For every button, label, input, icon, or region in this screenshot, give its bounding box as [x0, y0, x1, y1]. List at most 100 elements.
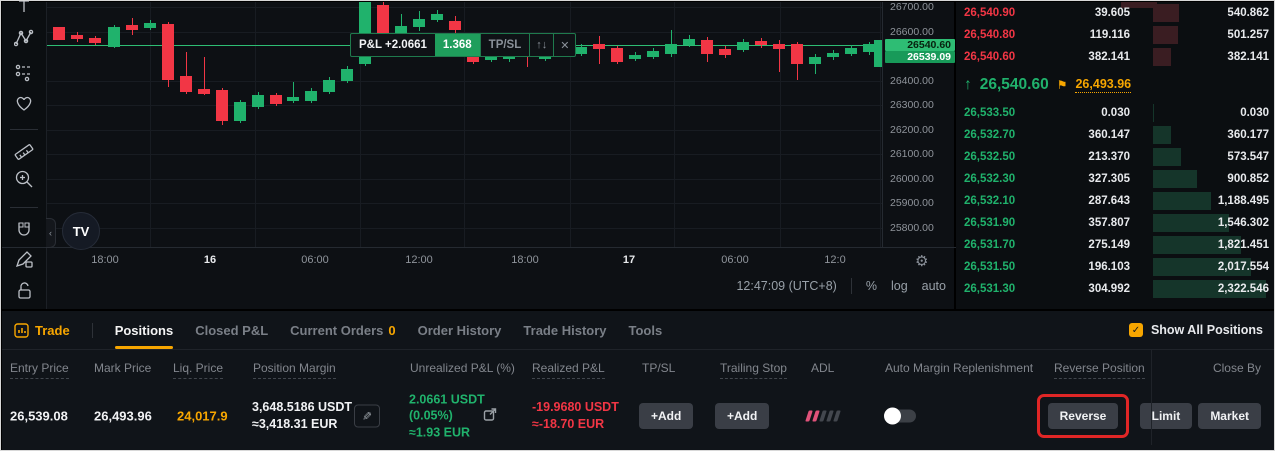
orderbook-bid-row[interactable]: 26,531.50 196.103 2,017.554 — [956, 256, 1274, 278]
last-price-badge: 26540.60 — [885, 39, 955, 51]
time-axis-label: 12:0 — [824, 254, 846, 266]
chart-settings-gear-icon[interactable]: ⚙ — [915, 252, 928, 270]
tab-order-history[interactable]: Order History — [418, 311, 502, 349]
ruler-tool-icon[interactable] — [9, 139, 39, 165]
bottom-strip — [2, 446, 1274, 450]
scale-log-button[interactable]: log — [891, 279, 908, 293]
orderbook-bid-row[interactable]: 26,531.70 275.149 1,821.451 — [956, 234, 1274, 256]
depth-bar — [1153, 126, 1172, 144]
bid-total: 0.030 — [1240, 107, 1269, 119]
tpsl-button[interactable]: TP/SL — [479, 34, 530, 56]
ask-qty: 382.141 — [1088, 51, 1130, 63]
depth-bar — [1153, 170, 1198, 188]
tab-trade[interactable]: Trade — [14, 323, 70, 338]
trade-chart-icon — [14, 322, 29, 338]
candlestick — [89, 38, 101, 43]
show-all-positions-checkbox[interactable]: ✓ — [1128, 323, 1143, 337]
xabcd-pattern-tool-icon[interactable] — [9, 26, 39, 52]
candlestick — [737, 42, 749, 50]
positions-panel: Trade Positions Closed P&L Current Orders 0… — [2, 309, 1274, 450]
column-header-realized-p-l: Realized P&L — [532, 361, 605, 379]
candlestick — [773, 44, 785, 49]
show-all-positions-control[interactable]: ✓ Show All Positions — [1128, 323, 1263, 337]
orderbook-ask-row[interactable]: 26,540.90 39.605 540.862 — [956, 2, 1274, 24]
candlestick — [593, 44, 605, 49]
bid-qty: 0.030 — [1101, 107, 1130, 119]
auto-margin-toggle[interactable] — [884, 407, 916, 425]
scale-auto-button[interactable]: auto — [922, 279, 946, 293]
tradingview-logo[interactable]: TV — [62, 212, 100, 250]
trading-platform-screen: P&L +2.0661 1.368 TP/SL ↑↓ ✕ 26540.60 26… — [0, 0, 1275, 451]
candlestick — [665, 44, 677, 54]
favorites-heart-icon[interactable] — [9, 90, 39, 116]
depth-bar — [1153, 192, 1211, 210]
orderbook-mid-row: ↑ 26,540.60 ⚑ 26,493.96 — [956, 68, 1274, 102]
close-position-icon[interactable]: ✕ — [553, 34, 575, 56]
lock-all-tool-icon[interactable] — [9, 278, 39, 304]
tab-trade-history[interactable]: Trade History — [523, 311, 606, 349]
trailing-stop-add-button[interactable]: +Add — [715, 403, 770, 429]
reverse-position-icon[interactable]: ↑↓ — [529, 34, 553, 56]
forecast-tool-icon[interactable] — [9, 59, 39, 85]
tab-current-orders[interactable]: Current Orders 0 — [290, 311, 395, 349]
bid-price: 26,531.50 — [964, 261, 1016, 273]
bid-qty: 275.149 — [1088, 239, 1130, 251]
reverse-button[interactable]: Reverse — [1047, 403, 1119, 429]
price-axis-label: 26400.00 — [890, 75, 934, 87]
bid-total: 1,188.495 — [1217, 195, 1269, 207]
time-axis[interactable]: 18:00 16 06:00 12:00 18:00 17 06:00 12:0 — [2, 247, 956, 273]
candlestick — [629, 55, 641, 59]
toggle-knob — [884, 407, 901, 425]
show-all-positions-label: Show All Positions — [1150, 323, 1263, 337]
gridline — [880, 2, 881, 247]
tab-label: Positions — [114, 322, 174, 338]
tab-positions[interactable]: Positions — [114, 311, 174, 349]
orderbook-bid-row[interactable]: 26,531.90 357.807 1,546.302 — [956, 212, 1274, 234]
column-header-position-margin: Position Margin — [253, 361, 336, 379]
zoom-in-tool-icon[interactable] — [9, 166, 39, 192]
price-axis-label: 26300.00 — [890, 99, 934, 111]
candlestick — [198, 89, 210, 94]
price-axis-label: 26700.00 — [890, 1, 934, 13]
close-limit-button[interactable]: Limit — [1139, 403, 1193, 429]
tab-tools[interactable]: Tools — [629, 311, 663, 349]
bid-total: 2,322.546 — [1217, 283, 1269, 295]
candlestick — [719, 49, 731, 55]
bid-qty: 304.992 — [1088, 283, 1130, 295]
tab-closed-p-l[interactable]: Closed P&L — [195, 311, 268, 349]
orderbook-bid-row[interactable]: 26,531.30 304.992 2,322.546 — [956, 278, 1274, 300]
share-pnl-icon[interactable] — [483, 408, 497, 425]
tpsl-add-button[interactable]: +Add — [639, 403, 694, 429]
orderbook-bid-row[interactable]: 26,532.70 360.147 360.177 — [956, 124, 1274, 146]
orderbook-bid-row[interactable]: 26,532.30 327.305 900.852 — [956, 168, 1274, 190]
price-axis[interactable]: 26540.60 26539.09 26700.00 26600.00 26400.… — [882, 1, 956, 247]
realized-pnl-value: -19.9680 USDT ≈-18.70 EUR — [532, 399, 619, 433]
toolbar-divider — [10, 207, 38, 208]
edit-margin-button[interactable]: ✎ — [354, 404, 380, 428]
orderbook-ask-row[interactable]: 26,540.60 382.141 382.141 — [956, 46, 1274, 68]
collapse-toolbar-handle[interactable]: ‹ — [46, 218, 56, 248]
column-header-close-by: Close By — [1212, 361, 1261, 375]
close-market-button[interactable]: Market — [1198, 403, 1261, 429]
orderbook-panel: 26,540.90 39.605 540.862 26,540.80 119.116 50… — [956, 2, 1274, 309]
orderbook-ask-row[interactable]: 26,540.80 119.116 501.257 — [956, 24, 1274, 46]
adl-bar — [833, 410, 841, 422]
orderbook-bid-row[interactable]: 26,532.50 213.370 573.547 — [956, 146, 1274, 168]
column-header-adl: ADL — [811, 361, 835, 375]
orderbook-bid-row[interactable]: 26,532.10 287.643 1,188.495 — [956, 190, 1274, 212]
candlestick — [449, 21, 461, 30]
bid-total: 360.177 — [1227, 129, 1269, 141]
candlestick — [270, 95, 282, 104]
divider — [850, 278, 852, 294]
candlestick-chart[interactable]: P&L +2.0661 1.368 TP/SL ↑↓ ✕ — [47, 2, 882, 247]
ask-total: 540.862 — [1227, 7, 1269, 19]
time-axis-label: 17 — [622, 254, 636, 266]
scale-percent-button[interactable]: % — [866, 279, 877, 293]
magnet-tool-icon[interactable] — [9, 217, 39, 243]
unrealized-pnl-percent: (0.05%) — [409, 408, 453, 423]
tab-label: Current Orders — [290, 322, 384, 338]
ask-total: 382.141 — [1227, 51, 1269, 63]
column-header-trailing-stop: Trailing Stop — [720, 361, 787, 379]
trend-line-tool-icon[interactable] — [9, 1, 39, 21]
orderbook-bid-row[interactable]: 26,533.50 0.030 0.030 — [956, 102, 1274, 124]
